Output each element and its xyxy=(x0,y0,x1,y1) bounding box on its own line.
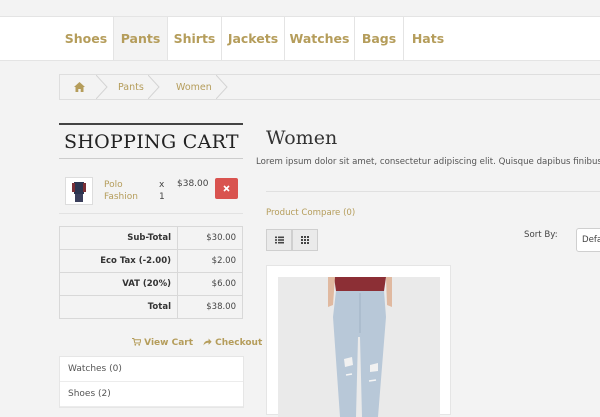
totals-value: $6.00 xyxy=(177,272,243,296)
sort-by-label: Sort By: xyxy=(524,230,558,240)
cart-item-name[interactable]: Polo Fashion xyxy=(104,179,148,203)
cart-item: Polo Fashion x 1 $38.00 xyxy=(59,170,243,210)
cart-heading: SHOPPING CART xyxy=(59,123,243,159)
totals-row: Eco Tax (-2.00) $2.00 xyxy=(59,249,243,273)
product-card[interactable] xyxy=(266,265,451,417)
totals-label: Total xyxy=(59,295,178,319)
home-icon xyxy=(73,82,85,92)
divider xyxy=(266,191,600,192)
cart-icon xyxy=(132,338,142,346)
breadcrumb-label: Pants xyxy=(118,81,144,93)
totals-label: Sub-Total xyxy=(59,226,178,250)
menu-item-hats[interactable]: Hats xyxy=(404,17,452,60)
top-strip xyxy=(0,0,600,16)
menu-item-shirts[interactable]: Shirts xyxy=(168,17,222,60)
totals-row: Sub-Total $30.00 xyxy=(59,226,243,250)
cart-totals-table: Sub-Total $30.00 Eco Tax (-2.00) $2.00 V… xyxy=(59,226,243,319)
breadcrumb-item-women[interactable]: Women xyxy=(156,75,228,99)
list-view-button[interactable] xyxy=(266,229,292,251)
product-image[interactable] xyxy=(278,277,440,417)
product-thumbnail-image xyxy=(66,178,92,204)
cart-item-quantity: x 1 xyxy=(159,179,169,203)
totals-label: Eco Tax (-2.00) xyxy=(59,249,178,273)
grid-icon xyxy=(301,236,309,244)
view-cart-label: View Cart xyxy=(144,338,194,348)
breadcrumb-label: Women xyxy=(176,81,212,93)
totals-label: VAT (20%) xyxy=(59,272,178,296)
product-compare-link[interactable]: Product Compare (0) xyxy=(266,208,355,218)
menu-item-watches[interactable]: Watches xyxy=(285,17,355,60)
cart-item-thumbnail[interactable] xyxy=(65,177,93,205)
menu-item-pants[interactable]: Pants xyxy=(114,17,168,60)
category-menu: Shoes Pants Shirts Jackets Watches Bags … xyxy=(0,16,600,61)
checkout-label: Checkout xyxy=(215,338,263,348)
breadcrumb-home[interactable] xyxy=(60,75,108,99)
list-icon xyxy=(274,236,284,244)
product-photo xyxy=(278,277,440,417)
totals-value: $30.00 xyxy=(177,226,243,250)
menu-item-bags[interactable]: Bags xyxy=(355,17,404,60)
close-icon xyxy=(223,185,230,192)
totals-value: $38.00 xyxy=(177,295,243,319)
share-arrow-icon xyxy=(203,338,212,346)
cart-actions: View Cart Checkout xyxy=(132,338,262,348)
view-cart-link[interactable]: View Cart xyxy=(132,338,193,348)
grid-view-button[interactable] xyxy=(292,229,318,251)
category-list: Watches (0) Shoes (2) xyxy=(59,356,244,408)
quantity-prefix: x xyxy=(159,180,165,190)
page-title: Women xyxy=(266,127,338,149)
sort-select[interactable]: Default xyxy=(576,228,600,252)
menu-item-jackets[interactable]: Jackets xyxy=(222,17,285,60)
breadcrumb: Pants Women xyxy=(59,74,600,100)
totals-row: VAT (20%) $6.00 xyxy=(59,272,243,296)
menu-list: Shoes Pants Shirts Jackets Watches Bags … xyxy=(59,17,452,60)
category-item-shoes[interactable]: Shoes (2) xyxy=(60,382,243,407)
category-item-watches[interactable]: Watches (0) xyxy=(60,357,243,382)
totals-row: Total $38.00 xyxy=(59,295,243,319)
totals-value: $2.00 xyxy=(177,249,243,273)
breadcrumb-item-pants[interactable]: Pants xyxy=(98,75,160,99)
divider xyxy=(59,213,243,214)
category-description: Lorem ipsum dolor sit amet, consectetur … xyxy=(256,157,600,167)
checkout-link[interactable]: Checkout xyxy=(203,338,262,348)
quantity-value: 1 xyxy=(159,192,165,202)
breadcrumb-separator xyxy=(216,75,228,99)
remove-item-button[interactable] xyxy=(215,178,238,199)
cart-item-price: $38.00 xyxy=(177,179,209,189)
menu-item-shoes[interactable]: Shoes xyxy=(59,17,114,60)
